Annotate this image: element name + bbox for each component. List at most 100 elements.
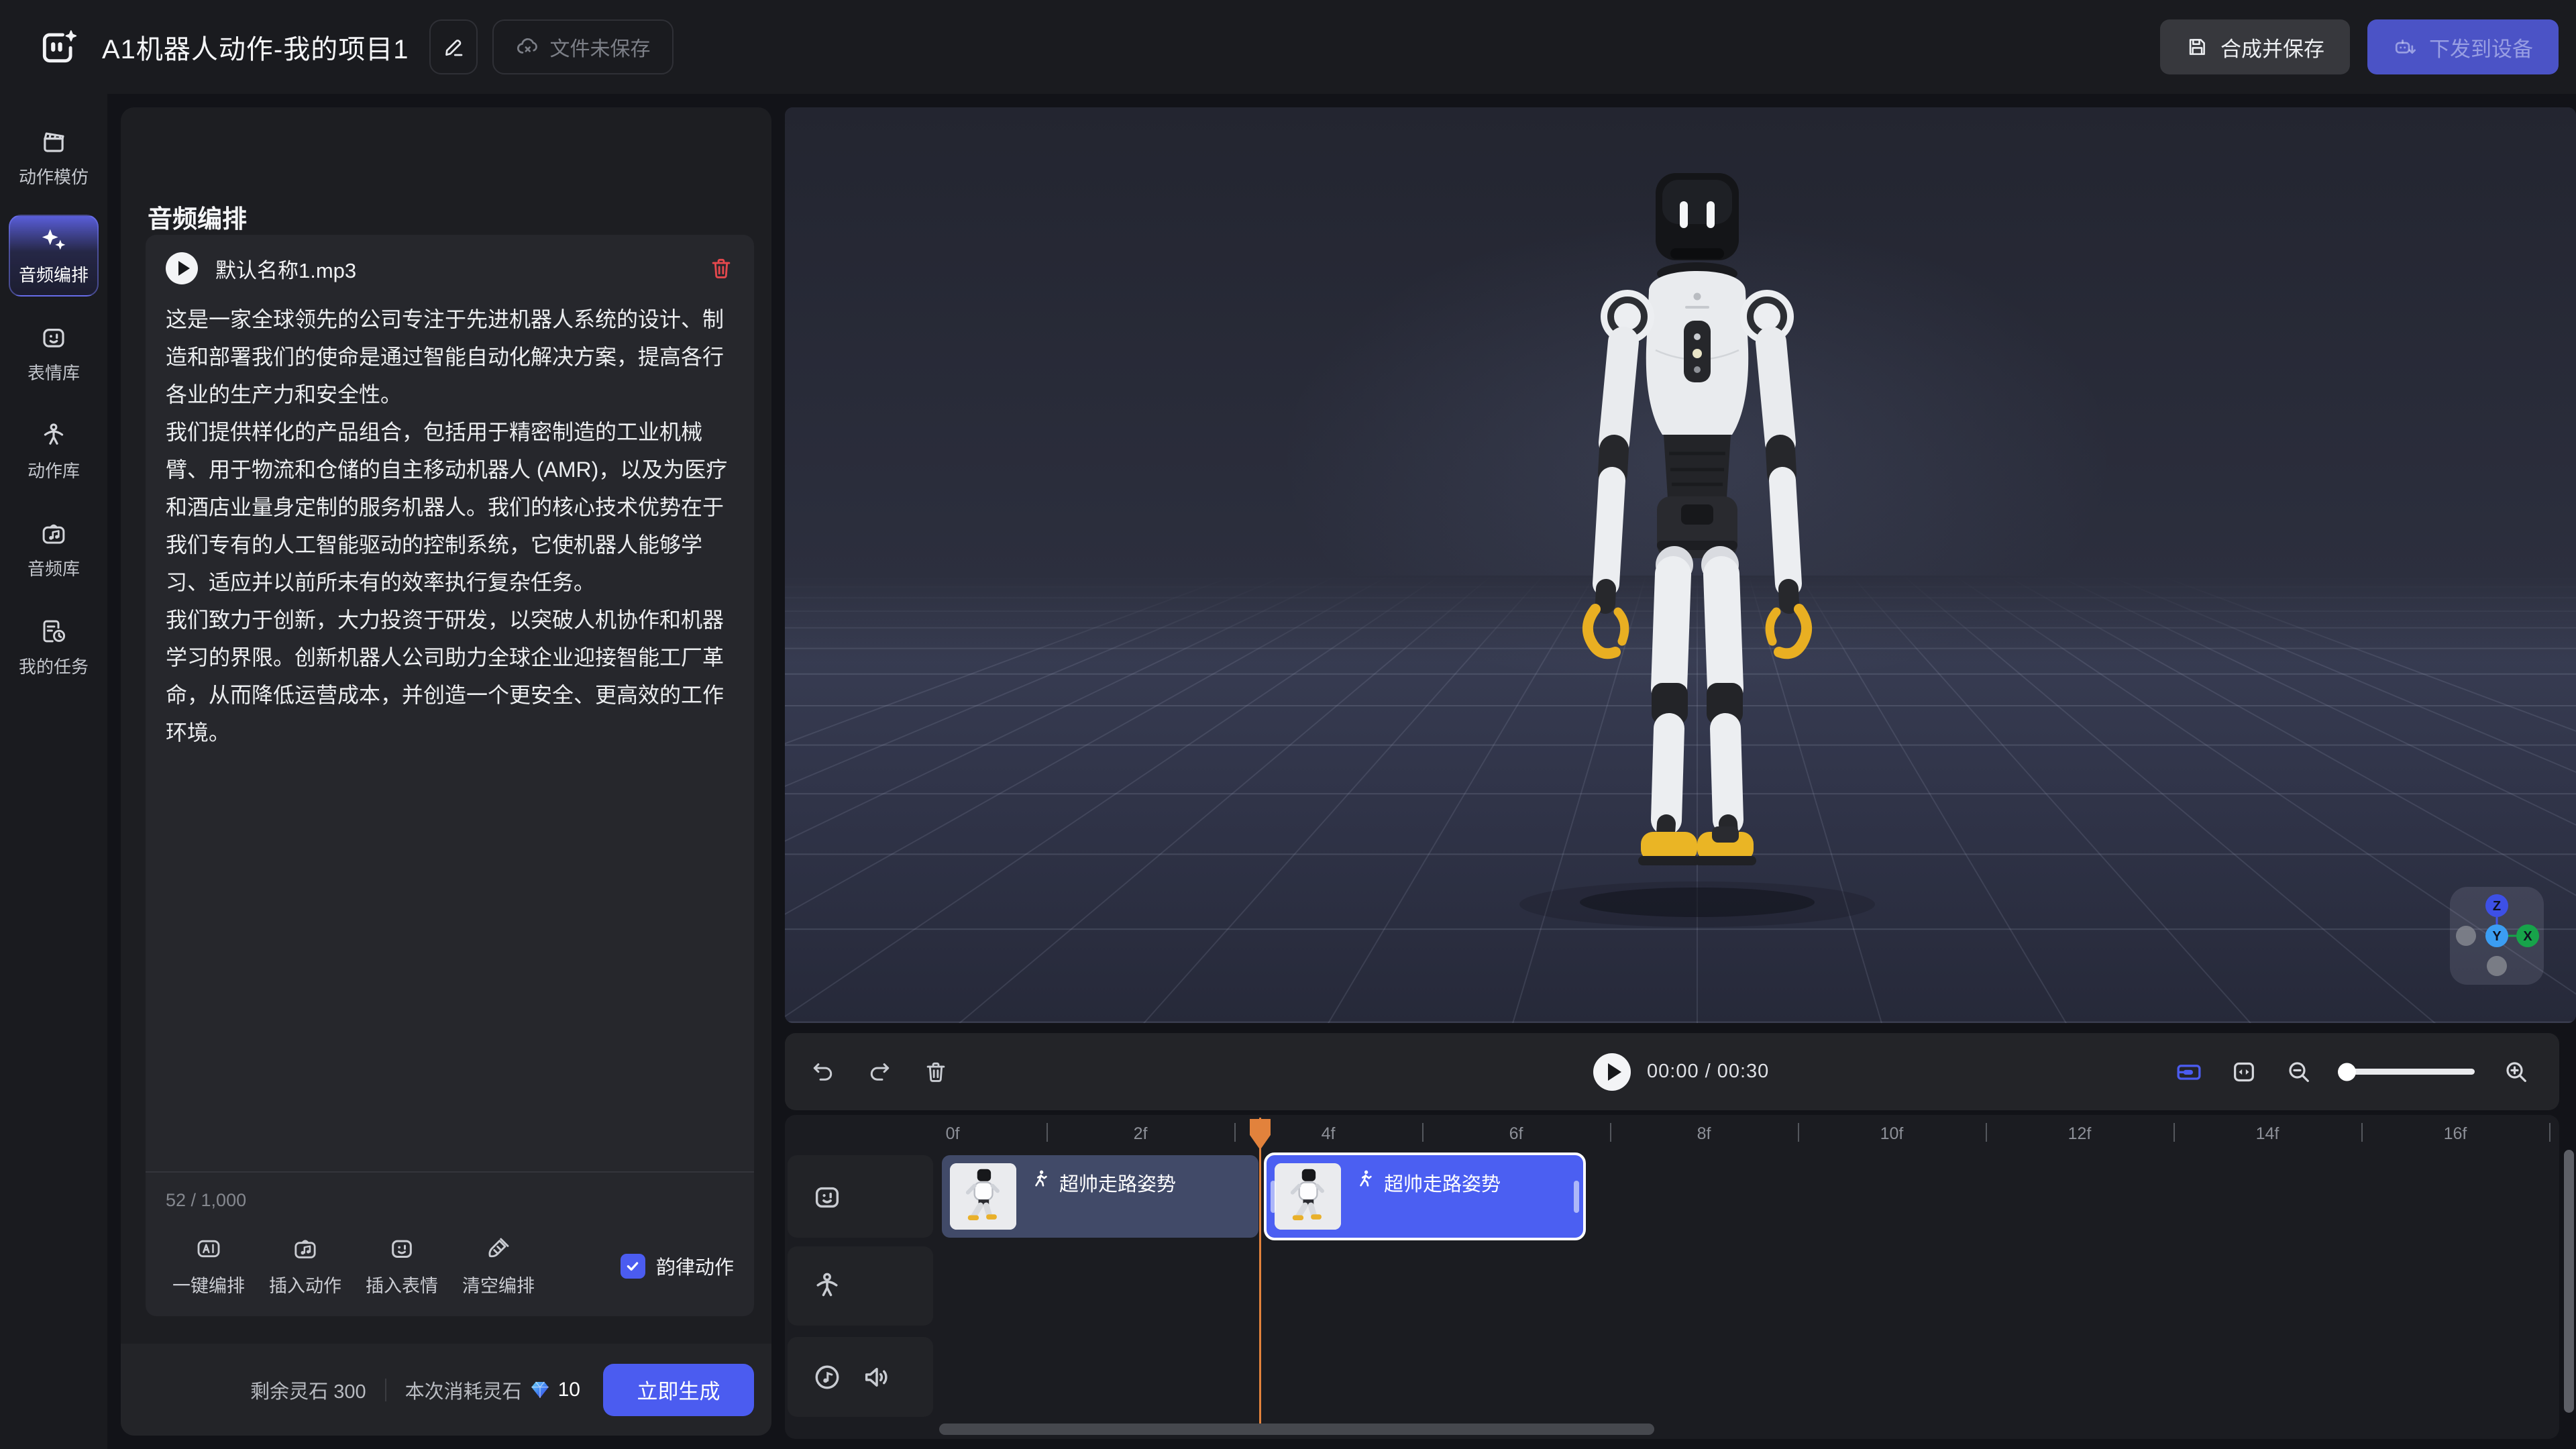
app-logo-icon	[38, 26, 79, 68]
generate-label: 立即生成	[637, 1375, 720, 1405]
sidebar-item-motion-library[interactable]: 动作库	[9, 411, 99, 492]
audio-play-button[interactable]	[166, 252, 198, 284]
script-paragraph: 这是一家全球领先的公司专注于先进机器人系统的设计、制造和部署我们的使命是通过智能…	[166, 301, 731, 413]
fit-timeline-icon[interactable]	[2231, 1059, 2257, 1085]
script-paragraph: 我们致力于创新，大力投资于研发，以突破人机协作和机器学习的界限。创新机器人公司助…	[166, 601, 731, 751]
sidebar-item-my-tasks[interactable]: 我的任务	[9, 606, 99, 688]
clip-title: 超帅走路姿势	[1059, 1169, 1176, 1197]
robot-face-icon	[40, 323, 68, 352]
tool-label: 一键编排	[172, 1271, 245, 1297]
clip-resize-handle-right[interactable]	[1574, 1181, 1579, 1213]
robot-pose-thumb	[950, 1163, 1016, 1230]
generate-footer: 剩余灵石 300 本次消耗灵石 10 立即生成	[121, 1344, 771, 1436]
deploy-label: 下发到设备	[2429, 32, 2533, 62]
motion-clip[interactable]: 超帅走路姿势	[942, 1155, 1258, 1238]
play-button[interactable]	[1593, 1053, 1631, 1091]
3d-viewport[interactable]: Z Y X	[785, 107, 2576, 1023]
cost-value: 10	[558, 1379, 580, 1401]
sidebar-item-label: 音频编排	[19, 262, 89, 286]
script-text-editor[interactable]: 这是一家全球领先的公司专注于先进机器人系统的设计、制造和部署我们的使命是通过智能…	[166, 301, 731, 751]
cost-label: 本次消耗灵石	[405, 1376, 522, 1404]
undo-icon[interactable]	[810, 1059, 836, 1085]
check-icon	[623, 1256, 642, 1275]
tool-label: 插入动作	[269, 1271, 341, 1297]
sparkles-icon	[40, 225, 68, 254]
audio-arrange-panel: 音频编排 通过音频处理，生成音频素材以及融合动作和表情的音频编排素材 默认名称1…	[121, 107, 771, 1436]
timecode: 00:00 / 00:30	[1647, 1061, 1769, 1083]
axis-z-label: Z	[2493, 899, 2501, 914]
sidebar-item-audio-library[interactable]: 音频库	[9, 508, 99, 590]
top-bar: A1机器人动作-我的项目1 文件未保存 合成并保存 下发到设备	[0, 0, 2576, 94]
axis-negative-x[interactable]	[2456, 926, 2476, 946]
rename-project-button[interactable]	[429, 19, 478, 74]
rhythm-label: 韵律动作	[656, 1252, 734, 1280]
timeline-panel: 0f 2f 4f 6f 8f 10f 12f 14f 16f	[785, 1115, 2559, 1439]
disc-icon	[812, 1362, 843, 1393]
tasks-icon	[40, 617, 68, 645]
zoom-in-icon[interactable]	[2503, 1059, 2530, 1085]
rhythm-checkbox[interactable]	[621, 1254, 645, 1279]
audio-file-row: 默认名称1.mp3	[146, 235, 754, 284]
timeline-vertical-scrollbar[interactable]	[2564, 1150, 2574, 1413]
ruler-tick-label: 12f	[2053, 1124, 2106, 1144]
panel-title: 音频编排	[148, 199, 247, 235]
clip-thumbnail	[950, 1163, 1016, 1230]
snap-toggle-icon[interactable]	[2176, 1059, 2202, 1085]
track-header-motion[interactable]	[788, 1246, 933, 1326]
track-header-expression[interactable]	[788, 1155, 933, 1238]
axis-negative-z[interactable]	[2487, 956, 2507, 976]
cloud-unsaved-icon	[515, 35, 539, 59]
generate-now-button[interactable]: 立即生成	[603, 1364, 754, 1416]
timeline-zoom-slider[interactable]	[2341, 1069, 2475, 1075]
ai-icon	[195, 1235, 222, 1262]
robot-download-icon	[2393, 35, 2417, 59]
timeline-horizontal-scrollbar[interactable]	[939, 1424, 1654, 1435]
sidebar-item-expression-library[interactable]: 表情库	[9, 313, 99, 394]
person-icon	[40, 421, 68, 449]
music-box-icon	[40, 519, 68, 547]
playhead-handle[interactable]	[1250, 1119, 1271, 1150]
app-root: A1机器人动作-我的项目1 文件未保存 合成并保存 下发到设备 动作模仿	[0, 0, 2576, 1449]
sidebar-item-label: 动作模仿	[19, 164, 89, 189]
clip-resize-handle-left[interactable]	[1271, 1181, 1276, 1213]
script-card-footer: 52 / 1,000 一键编排 插入动作 插入表情	[146, 1171, 754, 1316]
ruler-tick-label: 0f	[926, 1124, 979, 1144]
ruler-tick-label: 6f	[1489, 1124, 1543, 1144]
deploy-to-device-button[interactable]: 下发到设备	[2367, 19, 2559, 74]
sidebar-item-label: 我的任务	[19, 653, 89, 678]
one-click-arrange-button[interactable]: 一键编排	[166, 1235, 252, 1297]
person-icon	[812, 1271, 843, 1301]
clapperboard-icon	[40, 127, 68, 156]
sidebar-item-motion-mimic[interactable]: 动作模仿	[9, 117, 99, 199]
save-status-badge[interactable]: 文件未保存	[492, 19, 674, 74]
footer-divider	[385, 1379, 386, 1401]
track-header-audio[interactable]	[788, 1337, 933, 1417]
view-axis-gizmo[interactable]: Z Y X	[2450, 887, 2544, 985]
project-title: A1机器人动作-我的项目1	[102, 28, 409, 66]
remaining-stones-label: 剩余灵石 300	[250, 1376, 366, 1404]
clip-title: 超帅走路姿势	[1384, 1169, 1501, 1197]
script-paragraph: 我们提供样化的产品组合，包括用于精密制造的工业机械臂、用于物流和仓储的自主移动机…	[166, 413, 731, 601]
clear-arrange-button[interactable]: 清空编排	[455, 1235, 541, 1297]
walking-icon	[1030, 1169, 1051, 1190]
speaker-icon[interactable]	[861, 1362, 892, 1393]
redo-icon[interactable]	[867, 1059, 892, 1085]
humanoid-robot-model[interactable]	[1556, 148, 1838, 899]
sidebar-item-audio-arrange[interactable]: 音频编排	[9, 215, 99, 297]
axis-y-label: Y	[2492, 929, 2502, 944]
gem-icon	[529, 1379, 551, 1401]
compose-save-button[interactable]: 合成并保存	[2160, 19, 2350, 74]
insert-motion-button[interactable]: 插入动作	[262, 1235, 348, 1297]
motion-clip-selected[interactable]: 超帅走路姿势	[1264, 1152, 1586, 1240]
ruler-tick-label: 16f	[2428, 1124, 2482, 1144]
robot-face-icon	[812, 1181, 843, 1212]
insert-expression-button[interactable]: 插入表情	[359, 1235, 445, 1297]
delete-audio-icon[interactable]	[708, 256, 734, 281]
zoom-out-icon[interactable]	[2286, 1059, 2312, 1085]
delete-clip-icon[interactable]	[923, 1059, 949, 1085]
robot-pose-thumb	[1275, 1163, 1341, 1230]
zoom-slider-handle[interactable]	[2338, 1063, 2356, 1081]
music-box-icon	[292, 1235, 319, 1262]
sidebar-item-label: 表情库	[28, 360, 80, 384]
rhythm-motion-toggle[interactable]: 韵律动作	[621, 1252, 734, 1297]
